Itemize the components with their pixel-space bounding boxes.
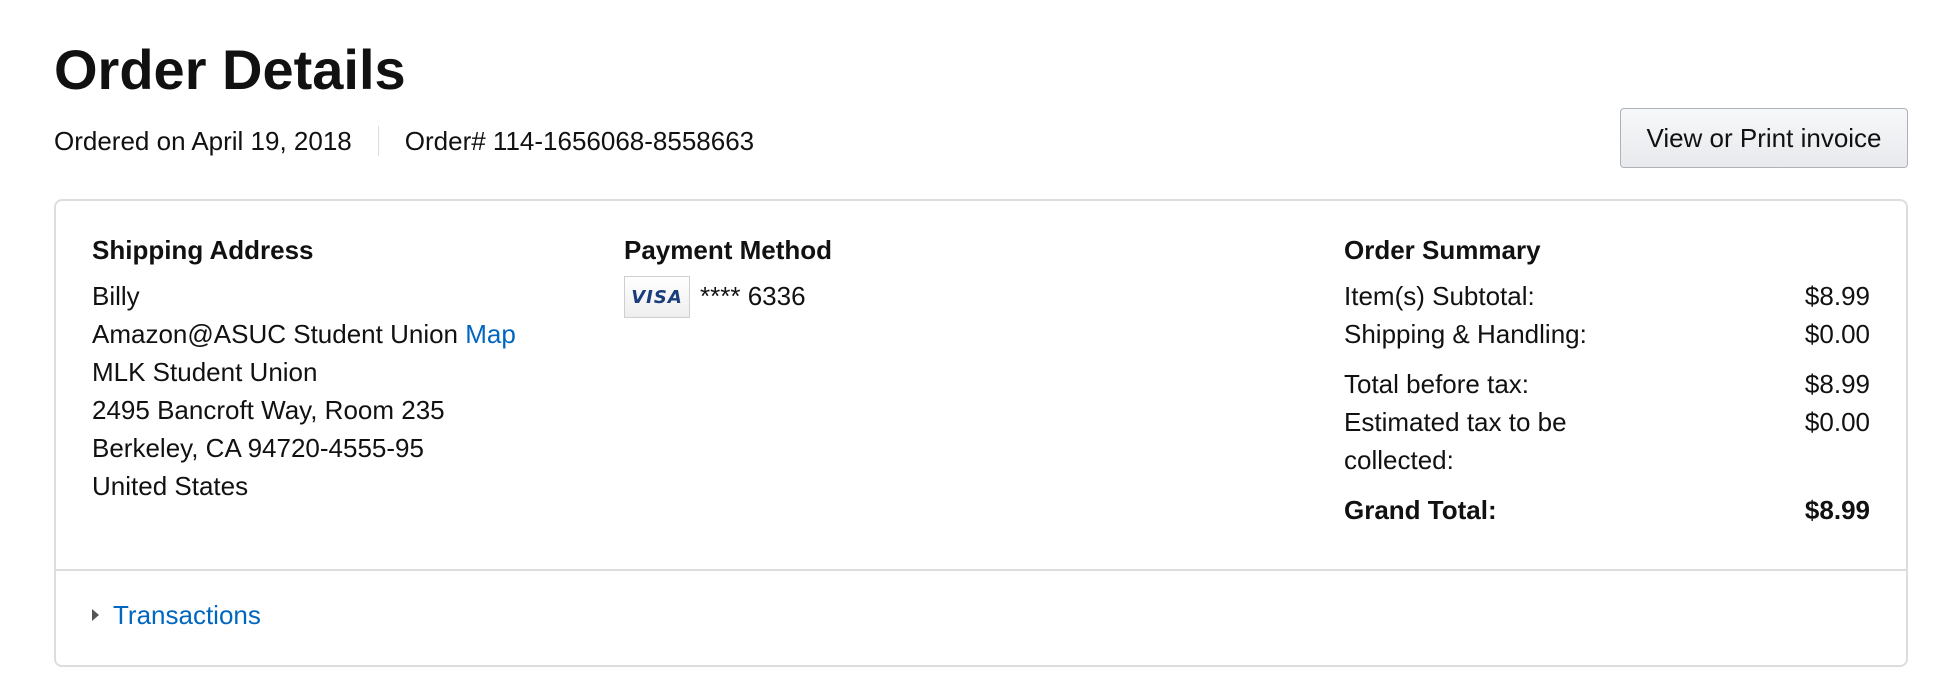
- order-meta: Ordered on April 19, 2018 Order# 114-165…: [54, 122, 754, 160]
- transactions-toggle[interactable]: Transactions: [92, 596, 261, 634]
- subtotal-label: Item(s) Subtotal:: [1344, 281, 1535, 311]
- shipping-line-2: MLK Student Union: [92, 357, 318, 387]
- caret-right-icon: [92, 609, 99, 621]
- shipping-line-1-text: Amazon@ASUC Student Union: [92, 319, 459, 349]
- order-date: Ordered on April 19, 2018: [54, 125, 352, 156]
- page-title: Order Details: [54, 38, 406, 101]
- visa-card-icon: VISA: [624, 276, 690, 318]
- order-summary-heading: Order Summary: [1344, 235, 1541, 265]
- card-number: **** 6336: [700, 281, 806, 311]
- total-before-tax-value: $8.99: [1804, 369, 1870, 399]
- map-link[interactable]: Map: [465, 319, 516, 349]
- shipping-line-4: Berkeley, CA 94720-4555-95: [92, 433, 424, 463]
- order-details-box: Shipping Address Billy Amazon@ASUC Stude…: [54, 199, 1908, 667]
- shipping-line-3: 2495 Bancroft Way, Room 235: [92, 395, 445, 425]
- subtotal-value: $8.99: [1804, 281, 1870, 311]
- shipping-handling-value: $0.00: [1804, 319, 1870, 349]
- estimated-tax-label-line-2: collected:: [1344, 445, 1454, 475]
- total-before-tax-label: Total before tax:: [1344, 369, 1529, 399]
- shipping-line-1: Amazon@ASUC Student Union Map: [92, 315, 516, 353]
- grand-total-label: Grand Total:: [1344, 495, 1497, 525]
- shipping-handling-label: Shipping & Handling:: [1344, 319, 1587, 349]
- meta-divider: [377, 126, 379, 156]
- shipping-name: Billy: [92, 281, 140, 311]
- payment-method-heading: Payment Method: [624, 235, 833, 265]
- order-number: Order# 114-1656068-8558663: [404, 125, 755, 156]
- section-divider: [56, 569, 1906, 571]
- shipping-address-heading: Shipping Address: [92, 235, 314, 265]
- shipping-country: United States: [92, 471, 249, 501]
- grand-total-value: $8.99: [1804, 495, 1870, 525]
- estimated-tax-label-line-1: Estimated tax to be: [1344, 407, 1567, 437]
- estimated-tax-value: $0.00: [1804, 407, 1870, 437]
- transactions-link[interactable]: Transactions: [113, 600, 261, 631]
- view-print-invoice-button[interactable]: View or Print invoice: [1620, 108, 1908, 168]
